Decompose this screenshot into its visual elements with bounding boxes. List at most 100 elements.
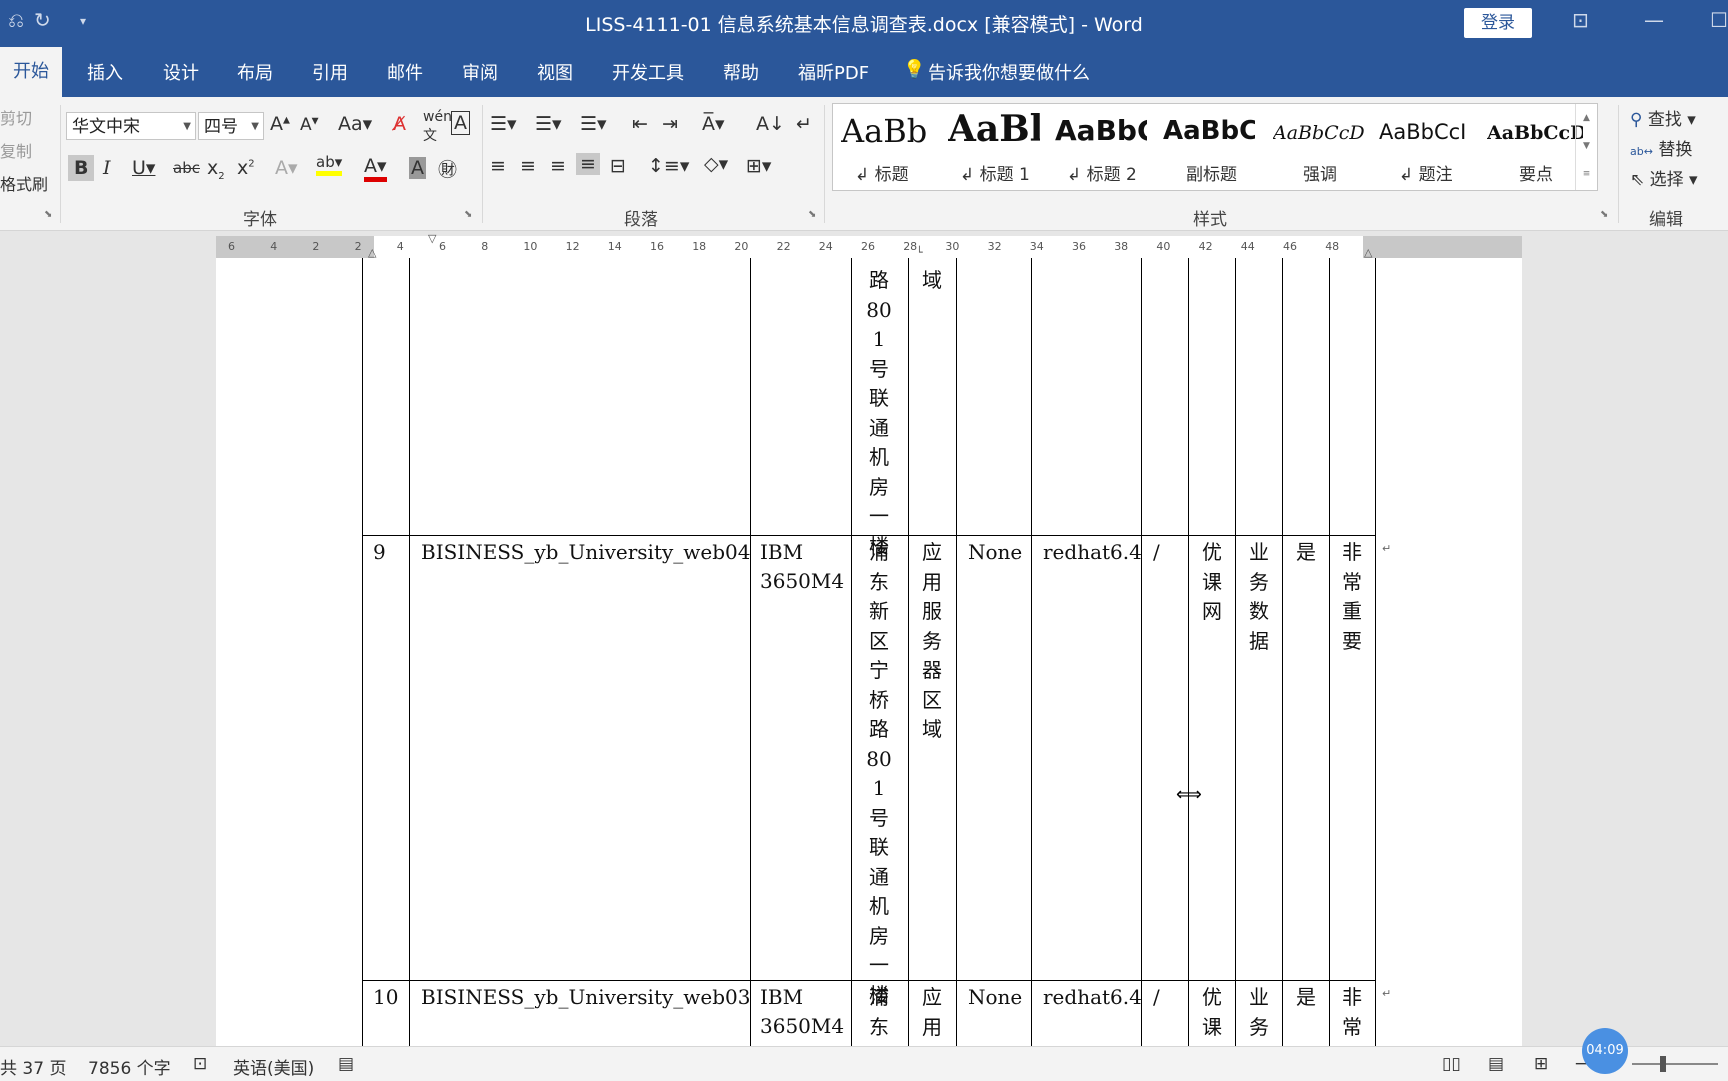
font-name-combo[interactable]: 华文中宋 ▼ <box>66 112 196 140</box>
enclose-characters-icon[interactable]: ㊖ <box>438 155 457 182</box>
shrink-font-icon[interactable]: A▼ <box>300 115 319 135</box>
distributed-icon[interactable]: ⊟ <box>610 155 626 177</box>
area-cell[interactable]: 域 <box>919 266 945 296</box>
justify-icon[interactable]: ≡ <box>576 153 600 175</box>
minimize-icon[interactable]: — <box>1644 8 1664 32</box>
cut-button[interactable]: 剪切 <box>0 105 32 129</box>
styles-launcher-icon[interactable]: ⬊ <box>1600 209 1608 220</box>
increase-indent-icon[interactable]: ⇥ <box>662 113 678 135</box>
ribbon-display-icon[interactable]: ⊡ <box>1572 8 1589 32</box>
col8-cell[interactable]: / <box>1153 538 1160 567</box>
font-color-icon[interactable]: A▾ <box>364 155 387 182</box>
tab-home[interactable]: 开始 <box>0 47 62 97</box>
horizontal-ruler[interactable]: 6 4 2 2 4 6 8 10 12 14 16 18 20 22 24 26 28 30 32 34 36 38 40 4… <box>216 232 1522 259</box>
location-cell[interactable]: 浦东新区宁桥路801号联通机房一楼 <box>866 538 892 1010</box>
copy-button[interactable]: 复制 <box>0 138 32 162</box>
network-cell[interactable]: 优课网 <box>1199 538 1225 627</box>
row-number-cell[interactable]: 9 <box>373 538 386 567</box>
style-sample[interactable]: AaBbCcI <box>1379 120 1475 164</box>
system-name-cell[interactable]: BISINESS_yb_University_web04 <box>421 538 750 567</box>
location-cell[interactable]: 路801号联通机房一楼 <box>866 266 892 561</box>
style-sample[interactable]: AaBb <box>841 112 927 156</box>
tab-references[interactable]: 引用 <box>312 59 348 85</box>
macro-icon[interactable]: ▤ <box>338 1054 354 1074</box>
format-painter-button[interactable]: 格式刷 <box>0 171 48 195</box>
chevron-up-icon[interactable]: ▲ <box>1583 113 1590 123</box>
location-cell[interactable]: 浦东 <box>866 983 892 1042</box>
data-type-cell[interactable]: 业务 <box>1246 983 1272 1042</box>
tab-foxit-pdf[interactable]: 福昕PDF <box>798 59 869 85</box>
chevron-down-icon[interactable]: ▼ <box>1583 141 1590 151</box>
web-layout-icon[interactable]: ⊞ <box>1534 1054 1548 1074</box>
col6-cell[interactable]: None <box>968 983 1022 1012</box>
system-name-cell[interactable]: BISINESS_yb_University_web03 <box>421 983 750 1012</box>
find-button[interactable]: ⚲ 查找 ▾ <box>1630 105 1696 130</box>
underline-icon[interactable]: U▾ <box>132 157 155 179</box>
col8-cell[interactable]: / <box>1153 983 1160 1012</box>
gallery-scroll[interactable]: ▲ ▼ ≡ <box>1575 104 1597 190</box>
document-page[interactable]: 路801号联通机房一楼 域 9 BISINESS_yb_University_w… <box>216 258 1522 1046</box>
print-layout-icon[interactable]: ▤ <box>1488 1054 1504 1074</box>
bullets-icon[interactable]: ☰▾ <box>490 113 517 135</box>
tab-review[interactable]: 审阅 <box>462 59 498 85</box>
font-size-combo[interactable]: 四号 ▼ <box>198 112 264 140</box>
highlight-icon[interactable]: ab▾ <box>316 153 343 176</box>
character-shading-icon[interactable]: A <box>409 157 426 179</box>
area-cell[interactable]: 应用 <box>919 983 945 1042</box>
first-line-indent-marker[interactable]: ▽ <box>428 232 436 245</box>
style-sample[interactable]: AaBl <box>948 108 1040 152</box>
tab-mailings[interactable]: 邮件 <box>387 59 423 85</box>
word-count[interactable]: 7856 个字 <box>88 1054 171 1079</box>
language-indicator[interactable]: 英语(美国) <box>233 1054 314 1079</box>
network-cell[interactable]: 优课 <box>1199 983 1225 1042</box>
tab-layout[interactable]: 布局 <box>237 59 273 85</box>
align-right-icon[interactable]: ≡ <box>550 155 566 177</box>
read-mode-icon[interactable]: ▯▯ <box>1442 1054 1461 1074</box>
borders-icon[interactable]: ⊞▾ <box>746 155 771 177</box>
device-model-cell[interactable]: IBM 3650M4 <box>760 538 844 596</box>
style-name[interactable]: ↲ 标题 2 <box>1067 160 1137 185</box>
device-model-cell[interactable]: IBM 3650M4 <box>760 983 844 1041</box>
importance-cell[interactable]: 非常重要 <box>1339 538 1365 656</box>
shading-icon[interactable]: ◇▾ <box>704 153 728 175</box>
proofing-icon[interactable]: ⊡ <box>193 1054 207 1074</box>
style-name[interactable]: ↲ 标题 1 <box>960 160 1030 185</box>
yes-cell[interactable]: 是 <box>1293 538 1319 568</box>
strikethrough-icon[interactable]: abc <box>173 159 200 177</box>
character-border-icon[interactable]: A <box>451 111 470 135</box>
line-spacing-icon[interactable]: ↕≡▾ <box>648 155 689 177</box>
style-name[interactable]: 副标题 <box>1186 160 1237 185</box>
grow-font-icon[interactable]: A▲ <box>270 113 290 135</box>
font-launcher-icon[interactable]: ⬊ <box>464 209 472 220</box>
style-name[interactable]: ↲ 题注 <box>1399 160 1453 185</box>
decrease-indent-icon[interactable]: ⇤ <box>632 113 648 135</box>
style-sample[interactable]: AaBbC <box>1163 116 1255 160</box>
yes-cell[interactable]: 是 <box>1293 983 1319 1013</box>
row-number-cell[interactable]: 10 <box>373 983 398 1012</box>
more-styles-icon[interactable]: ≡ <box>1583 169 1591 179</box>
italic-icon[interactable]: I <box>103 157 111 179</box>
tab-insert[interactable]: 插入 <box>87 59 123 85</box>
paragraph-launcher-icon[interactable]: ⬊ <box>808 209 816 220</box>
zoom-slider[interactable] <box>1632 1063 1718 1065</box>
align-left-icon[interactable]: ≡ <box>490 155 506 177</box>
col6-cell[interactable]: None <box>968 538 1022 567</box>
tell-me-search[interactable]: 告诉我你想要做什么 <box>928 59 1090 85</box>
tab-view[interactable]: 视图 <box>537 59 573 85</box>
os-cell[interactable]: redhat6.4 <box>1043 538 1142 567</box>
data-type-cell[interactable]: 业务数据 <box>1246 538 1272 656</box>
clear-formatting-icon[interactable]: A̸ <box>393 113 406 135</box>
tab-help[interactable]: 帮助 <box>723 59 759 85</box>
style-name[interactable]: 强调 <box>1303 160 1337 185</box>
importance-cell[interactable]: 非常 <box>1339 983 1365 1042</box>
subscript-icon[interactable]: x2 <box>207 157 225 182</box>
numbering-icon[interactable]: ☰▾ <box>535 113 562 135</box>
page-count[interactable]: 共 37 页 <box>0 1054 66 1079</box>
chinese-layout-icon[interactable]: A̅▾ <box>702 113 725 135</box>
style-name[interactable]: ↲ 标题 <box>855 160 909 185</box>
text-effects-icon[interactable]: A▾ <box>275 157 298 179</box>
bold-icon[interactable]: B <box>68 155 95 181</box>
replace-button[interactable]: ab↔ 替换 <box>1630 135 1692 160</box>
login-button[interactable]: 登录 <box>1464 8 1532 38</box>
style-sample[interactable]: AaBbC <box>1055 114 1147 158</box>
